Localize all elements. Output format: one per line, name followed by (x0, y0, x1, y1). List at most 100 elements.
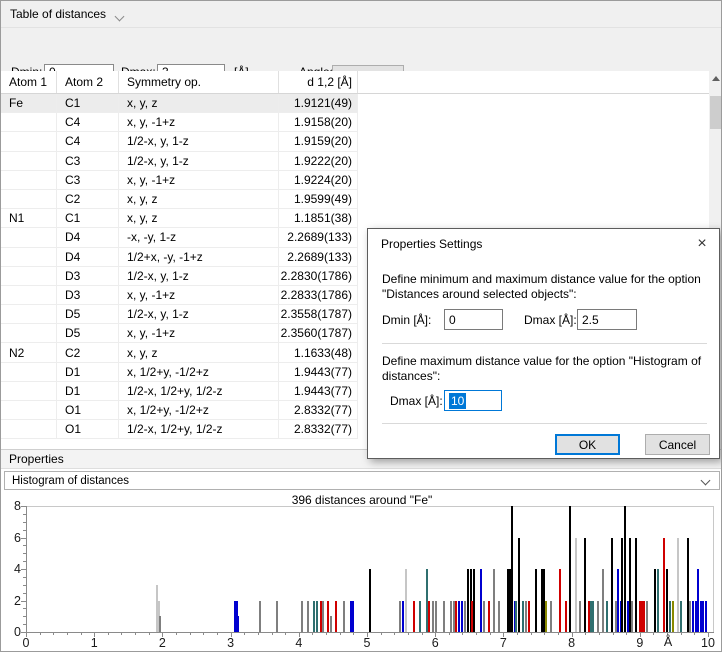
histogram-bar[interactable] (702, 601, 704, 633)
histogram-bar[interactable] (473, 569, 475, 632)
table-row[interactable]: C41/2-x, y, 1-z1.9159(20) (1, 132, 358, 151)
histogram-bar[interactable] (498, 601, 500, 633)
histogram-bar[interactable] (631, 601, 633, 633)
histogram-bar[interactable] (432, 601, 434, 633)
header-distance[interactable]: d 1,2 [Å] (279, 71, 358, 93)
histogram-bar[interactable] (399, 601, 401, 633)
table-row[interactable]: N1C1x, y, z1.1851(38) (1, 209, 358, 228)
histogram-bar[interactable] (480, 569, 482, 632)
table-row[interactable]: D1x, 1/2+y, -1/2+z1.9443(77) (1, 363, 358, 382)
header-symmetry[interactable]: Symmetry op. (119, 71, 279, 93)
histogram-bar[interactable] (611, 538, 613, 633)
dialog-dmax-input[interactable]: 2.5 (577, 309, 637, 330)
histogram-bar[interactable] (458, 601, 460, 633)
table-row[interactable]: FeC1x, y, z1.9121(49) (1, 94, 358, 113)
histogram-bar[interactable] (352, 601, 354, 633)
histogram-bar[interactable] (488, 601, 490, 633)
dialog-hist-dmax-input[interactable]: 10 (444, 390, 502, 411)
histogram-bar[interactable] (443, 601, 445, 633)
histogram-bar[interactable] (689, 601, 691, 633)
histogram-bar[interactable] (343, 601, 345, 633)
histogram-bar[interactable] (657, 569, 659, 632)
histogram-bar[interactable] (518, 538, 520, 633)
histogram-bar[interactable] (428, 601, 430, 633)
table-row[interactable]: C4x, y, -1+z1.9158(20) (1, 113, 358, 132)
histogram-bar[interactable] (672, 601, 674, 633)
histogram-bar[interactable] (677, 538, 679, 633)
histogram-bar[interactable] (525, 601, 527, 633)
histogram-bar[interactable] (569, 506, 571, 632)
histogram-bar[interactable] (461, 601, 463, 633)
histogram-bar[interactable] (635, 538, 637, 633)
histogram-bar[interactable] (545, 601, 547, 633)
histogram-bar[interactable] (511, 506, 513, 632)
histogram-bar[interactable] (528, 601, 530, 633)
scrollbar-up-icon[interactable] (709, 71, 722, 86)
histogram-bar[interactable] (316, 601, 318, 633)
histogram-bar[interactable] (413, 601, 415, 633)
cancel-button[interactable]: Cancel (645, 434, 710, 455)
histogram-bar[interactable] (621, 538, 623, 633)
histogram-bar[interactable] (705, 601, 707, 633)
histogram-bar[interactable] (565, 601, 567, 633)
scrollbar-thumb[interactable] (710, 96, 721, 129)
histogram-bar[interactable] (575, 538, 577, 633)
histogram-selector[interactable]: Histogram of distances (4, 471, 720, 490)
histogram-bar[interactable] (327, 601, 329, 633)
histogram-bar[interactable] (654, 569, 656, 632)
histogram-bar[interactable] (663, 538, 665, 633)
histogram-bar[interactable] (301, 601, 303, 633)
histogram-bar[interactable] (450, 601, 452, 633)
histogram-bar[interactable] (606, 601, 608, 633)
histogram-bar[interactable] (550, 601, 552, 633)
table-row[interactable]: D3x, y, -1+z2.2833(1786) (1, 286, 358, 305)
histogram-bar[interactable] (617, 569, 619, 632)
histogram-bar[interactable] (159, 616, 161, 632)
table-row[interactable]: D51/2-x, y, 1-z2.3558(1787) (1, 305, 358, 324)
histogram-bar[interactable] (467, 569, 469, 632)
table-row[interactable]: C3x, y, -1+z1.9224(20) (1, 171, 358, 190)
histogram-bar[interactable] (584, 538, 586, 633)
histogram-bar[interactable] (592, 601, 594, 633)
table-row[interactable]: O11/2-x, 1/2+y, 1/2-z2.8332(77) (1, 420, 358, 439)
histogram-bar[interactable] (695, 601, 697, 633)
histogram-bar[interactable] (350, 601, 352, 633)
histogram-bar[interactable] (369, 569, 371, 632)
histogram-bar[interactable] (307, 601, 309, 633)
histogram-bar[interactable] (335, 601, 337, 633)
table-row[interactable]: D11/2-x, 1/2+y, 1/2-z1.9443(77) (1, 382, 358, 401)
histogram-bar[interactable] (493, 569, 495, 632)
histogram-bar[interactable] (643, 601, 645, 633)
histogram-bar[interactable] (237, 616, 239, 632)
dialog-dmin-input[interactable]: 0 (444, 309, 503, 330)
histogram-bar[interactable] (579, 601, 581, 633)
histogram-bar[interactable] (330, 616, 332, 632)
histogram-bar[interactable] (464, 601, 466, 633)
header-atom1[interactable]: Atom 1 (1, 71, 57, 93)
histogram-bar[interactable] (455, 601, 457, 633)
histogram-bar[interactable] (692, 601, 694, 633)
histogram-bar[interactable] (322, 601, 324, 633)
histogram-bar[interactable] (522, 601, 524, 633)
histogram-bar[interactable] (402, 601, 404, 633)
histogram-bar[interactable] (259, 601, 261, 633)
histogram-bar[interactable] (602, 569, 604, 632)
close-icon[interactable]: × (685, 229, 719, 258)
table-row[interactable]: D5x, y, -1+z2.3560(1787) (1, 324, 358, 343)
histogram-bar[interactable] (313, 601, 315, 633)
histogram-bar[interactable] (276, 601, 278, 633)
table-row[interactable]: D31/2-x, y, 1-z2.2830(1786) (1, 267, 358, 286)
histogram-bar[interactable] (666, 569, 668, 632)
table-row[interactable]: D41/2+x, -y, -1+z2.2689(133) (1, 248, 358, 267)
histogram-bar[interactable] (405, 569, 407, 632)
histogram-bar[interactable] (483, 601, 485, 633)
header-atom2[interactable]: Atom 2 (57, 71, 119, 93)
histogram-bar[interactable] (697, 569, 699, 632)
panel-titlebar[interactable]: Table of distances (1, 1, 721, 28)
histogram-bar[interactable] (515, 601, 517, 633)
histogram-bar[interactable] (435, 601, 437, 633)
panel-dropdown-icon[interactable] (115, 11, 125, 21)
table-row[interactable]: C31/2-x, y, 1-z1.9222(20) (1, 152, 358, 171)
table-row[interactable]: C2x, y, z1.9599(49) (1, 190, 358, 209)
table-row[interactable]: D4-x, -y, 1-z2.2689(133) (1, 228, 358, 247)
